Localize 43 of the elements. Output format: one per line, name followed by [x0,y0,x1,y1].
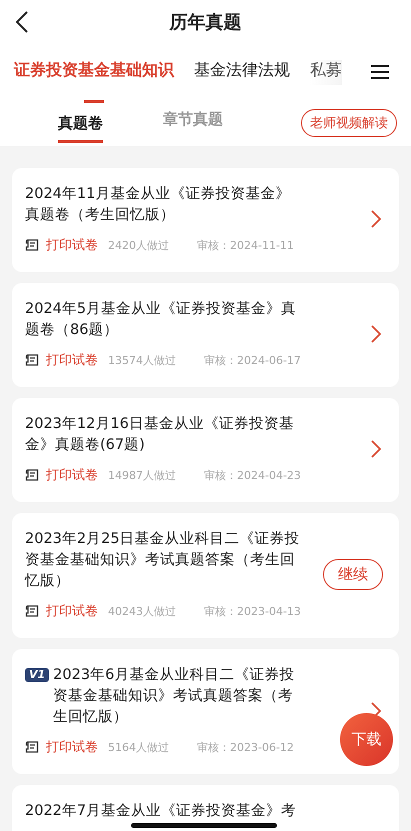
paper-title: 2024年5月基金从业《证券投资基金》真题卷（86题） [25,300,298,340]
chevron-right-icon[interactable] [371,325,381,343]
paper-title: 2022年7月基金从业《证券投资基金》考 [25,802,296,821]
done-count: 5164人做过 [108,740,169,754]
version-badge: V1 [25,668,50,682]
print-link[interactable]: 打印试卷 [46,236,98,254]
print-link[interactable]: 打印试卷 [46,602,98,620]
subject-tab[interactable]: 基金法律法规 [194,60,290,84]
subject-tab[interactable]: 私募 [310,60,342,84]
paper-title: 2024年11月基金从业《证券投资基金》真题卷（考生回忆版） [25,185,292,225]
paper-card[interactable]: 2023年2月25日基金从业科目二《证券投资基金基础知识》考试真题答案（考生回忆版） 打印试卷 40243人做过 审核：2023-04-13 继续 [12,513,399,638]
print-link[interactable]: 打印试卷 [46,351,98,369]
print-icon[interactable] [25,353,39,367]
paper-card[interactable]: 2024年11月基金从业《证券投资基金》真题卷（考生回忆版） 打印试卷 2420人做过 审核：2024-11-11 [12,168,399,272]
done-count: 13574人做过 [108,352,176,368]
review-date: 审核：2024-11-11 [197,238,294,252]
review-date: 审核：2023-04-13 [204,604,301,618]
chevron-right-icon[interactable] [371,210,381,228]
done-count: 2420人做过 [108,238,169,252]
review-date: 审核：2024-06-17 [204,352,301,368]
back-icon[interactable] [16,11,28,33]
paper-title: 2023年6月基金从业科目二《证券投资基金基础知识》考试真题答案（考生回忆版） [53,666,296,727]
print-icon[interactable] [25,468,39,482]
paper-title: 2023年12月16日基金从业《证券投资基金》真题卷(67题) [25,415,295,455]
print-link[interactable]: 打印试卷 [46,466,98,484]
print-icon[interactable] [25,238,39,252]
paper-title: 2023年2月25日基金从业科目二《证券投资基金基础知识》考试真题答案（考生回忆版） [25,530,301,591]
print-icon[interactable] [25,604,39,618]
continue-button[interactable]: 继续 [323,559,383,590]
chevron-right-icon[interactable] [371,440,381,458]
print-icon[interactable] [25,740,39,754]
paper-card[interactable]: 2022年7月基金从业《证券投资基金》考 [12,785,399,831]
review-date: 审核：2024-04-23 [204,468,301,482]
page-title: 历年真题 [170,11,242,34]
paper-card[interactable]: 2024年5月基金从业《证券投资基金》真题卷（86题） 打印试卷 13574人做过 审核：2024-06-17 [12,283,399,387]
video-button[interactable]: 老师视频解读 [301,109,397,137]
subject-tab[interactable]: 证券投资基金基础知识 [14,60,174,102]
review-date: 审核：2023-06-12 [197,740,294,754]
print-link[interactable]: 打印试卷 [46,738,98,756]
done-count: 40243人做过 [108,604,176,618]
paper-card[interactable]: 2023年12月16日基金从业《证券投资基金》真题卷(67题) 打印试卷 14987人做过 审核：2024-04-23 [12,398,399,502]
sub-tab[interactable]: 章节真题 [163,104,223,142]
done-count: 14987人做过 [108,468,176,482]
